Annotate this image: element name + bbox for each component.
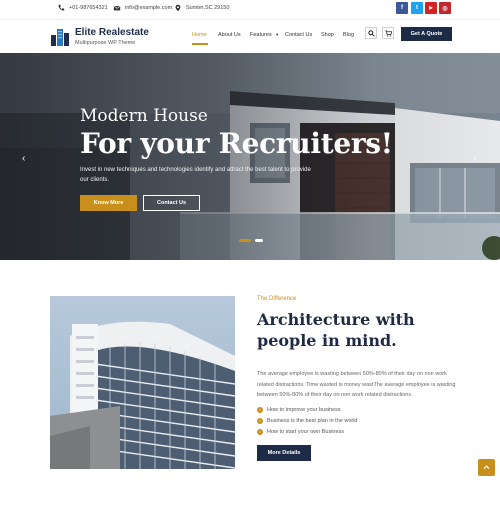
address-text: Sumter,SC 29150 bbox=[186, 5, 230, 11]
hero-kicker: Modern House bbox=[80, 106, 208, 126]
get-a-quote-button[interactable]: Get A Quote bbox=[401, 27, 452, 41]
slider-dot[interactable] bbox=[255, 239, 263, 242]
contact-us-button[interactable]: Contact Us bbox=[143, 195, 200, 211]
check-circle-icon: ✓ bbox=[257, 428, 263, 435]
nav-active-indicator bbox=[192, 43, 208, 45]
check-circle-icon: ✓ bbox=[257, 406, 263, 413]
list-item-text: Business is the best plan in the world bbox=[267, 417, 358, 424]
nav-home[interactable]: Home bbox=[192, 32, 207, 38]
hero-title: For your Recruiters! bbox=[80, 127, 393, 160]
email-text: info@example.com bbox=[125, 5, 173, 11]
twitter-icon[interactable]: t bbox=[411, 2, 423, 14]
chevron-left-icon[interactable]: ‹ bbox=[22, 153, 25, 164]
nav-blog[interactable]: Blog bbox=[343, 32, 354, 38]
building-logo-icon[interactable] bbox=[49, 26, 71, 48]
list-item: ✓ How to improve your business bbox=[257, 404, 358, 415]
phone-icon bbox=[58, 4, 65, 11]
hero-slider: ‹ › Modern House For your Recruiters! In… bbox=[0, 53, 500, 260]
more-details-button[interactable]: More Details bbox=[257, 445, 311, 461]
instagram-icon[interactable]: ◎ bbox=[439, 2, 451, 14]
facebook-icon[interactable]: f bbox=[396, 2, 408, 14]
nav-shop[interactable]: Shop bbox=[321, 32, 334, 38]
section-title: Architecture with people in mind. bbox=[257, 310, 415, 350]
phone-text: +01-987654321 bbox=[69, 5, 108, 11]
map-pin-icon bbox=[175, 4, 181, 12]
about-building-image bbox=[50, 296, 235, 469]
logo-title[interactable]: Elite Realestate bbox=[75, 27, 149, 38]
scroll-to-top-button[interactable] bbox=[478, 459, 495, 476]
section-description: The average employee is wasting between … bbox=[257, 371, 456, 398]
phone-contact[interactable]: +01-987654321 bbox=[57, 4, 108, 12]
nav-contact-us[interactable]: Contact Us bbox=[285, 32, 312, 38]
address-contact: Sumter,SC 29150 bbox=[174, 4, 229, 12]
list-item-text: How to start your own Business bbox=[267, 428, 345, 435]
nav-features-label: Features bbox=[250, 32, 272, 38]
list-item: ✓ Business is the best plan in the world bbox=[257, 415, 358, 426]
chevron-right-icon[interactable]: › bbox=[473, 153, 476, 164]
section-kicker: The Difference bbox=[257, 296, 297, 302]
list-item: ✓ How to start your own Business bbox=[257, 426, 358, 437]
youtube-icon[interactable]: ▶ bbox=[425, 2, 437, 14]
cart-icon bbox=[384, 29, 392, 37]
site-header: Elite Realestate Multipurpose WP Theme H… bbox=[0, 19, 500, 53]
hero-description: Invest in new techniques and technologie… bbox=[80, 167, 311, 183]
arrow-up-icon bbox=[483, 465, 490, 469]
list-item-text: How to improve your business bbox=[267, 406, 341, 413]
search-button[interactable] bbox=[365, 27, 377, 39]
check-circle-icon: ✓ bbox=[257, 417, 263, 424]
top-bar: +01-987654321 info@example.com Sumter,SC… bbox=[0, 0, 500, 19]
logo-subtitle: Multipurpose WP Theme bbox=[75, 40, 136, 46]
slider-dot-active[interactable] bbox=[239, 239, 251, 242]
chevron-down-icon: ▼ bbox=[275, 32, 280, 37]
nav-about-us[interactable]: About Us bbox=[218, 32, 241, 38]
nav-features[interactable]: Features ▼ bbox=[250, 32, 279, 38]
know-more-button[interactable]: Know More bbox=[80, 195, 137, 211]
email-contact[interactable]: info@example.com bbox=[113, 4, 172, 12]
search-icon bbox=[367, 29, 375, 37]
cart-button[interactable] bbox=[382, 27, 394, 39]
feature-checklist: ✓ How to improve your business ✓ Busines… bbox=[257, 404, 358, 437]
envelope-icon bbox=[113, 5, 121, 11]
